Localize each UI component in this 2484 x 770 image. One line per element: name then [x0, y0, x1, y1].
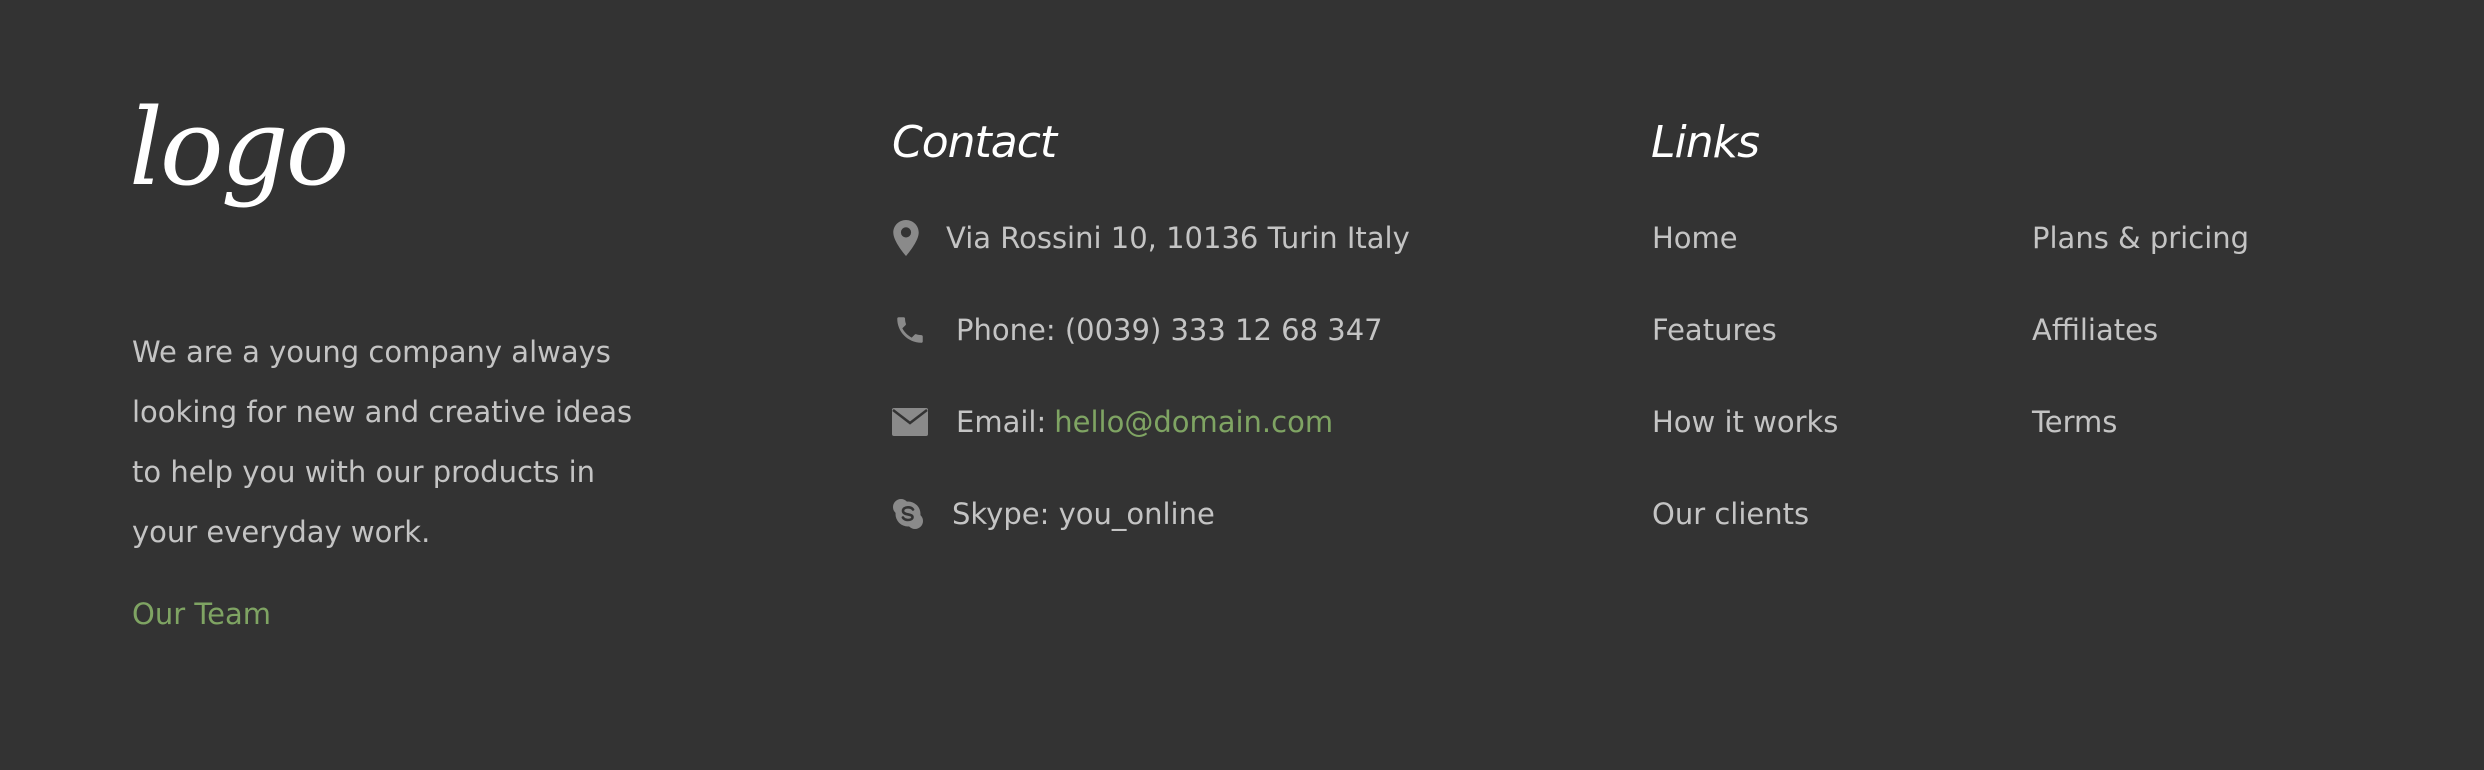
link-how-it-works[interactable]: How it works [1652, 397, 1838, 447]
footer: logo We are a young company always looki… [0, 0, 2484, 770]
contact-heading: Contact [892, 117, 1057, 168]
link-features[interactable]: Features [1652, 305, 1777, 355]
link-terms[interactable]: Terms [2032, 397, 2117, 447]
phone-icon [892, 313, 928, 347]
logo[interactable]: logo [129, 95, 349, 201]
our-team-link[interactable]: Our Team [132, 597, 271, 631]
skype-text: Skype: you_online [952, 497, 1215, 531]
envelope-icon [892, 408, 928, 436]
phone-text: Phone: (0039) 333 12 68 347 [956, 313, 1383, 347]
map-marker-icon [892, 220, 920, 256]
contact-skype: Skype: you_online [892, 489, 1215, 539]
links-heading: Links [1651, 117, 1760, 168]
skype-icon [892, 498, 924, 530]
address-text: Via Rossini 10, 10136 Turin Italy [946, 221, 1410, 255]
contact-email: Email: hello@domain.com [892, 397, 1333, 447]
email-link[interactable]: hello@domain.com [1054, 405, 1333, 439]
contact-phone: Phone: (0039) 333 12 68 347 [892, 305, 1383, 355]
link-home[interactable]: Home [1652, 213, 1738, 263]
email-label: Email: [956, 405, 1047, 439]
about-text: We are a young company always looking fo… [132, 335, 633, 549]
contact-address: Via Rossini 10, 10136 Turin Italy [892, 213, 1410, 263]
link-plans-pricing[interactable]: Plans & pricing [2032, 213, 2249, 263]
link-affiliates[interactable]: Affiliates [2032, 305, 2158, 355]
link-our-clients[interactable]: Our clients [1652, 489, 1809, 539]
